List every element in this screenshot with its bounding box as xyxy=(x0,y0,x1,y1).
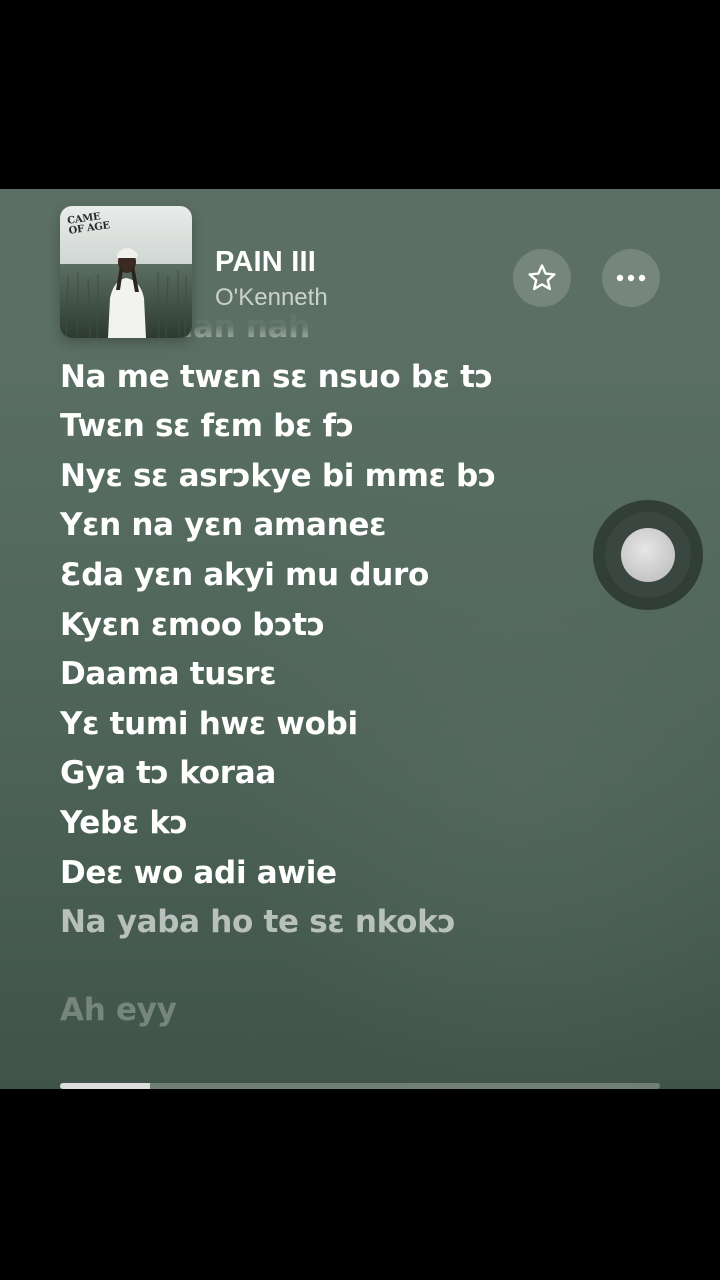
lyric-line[interactable]: Twɛn sɛ fɛm bɛ fɔ xyxy=(60,402,660,452)
letterbox-bottom xyxy=(0,1089,720,1280)
lyric-line[interactable]: Daama tusrɛ xyxy=(60,650,660,700)
track-artist[interactable]: O'Kenneth xyxy=(215,284,328,312)
lyric-line[interactable]: Ɛda yɛn akyi mu duro xyxy=(60,551,660,601)
lyric-line-next-section[interactable]: Ah eyy xyxy=(60,986,660,1036)
lyrics-list[interactable]: O nan nan nah Na me twɛn sɛ nsuo bɛ tɔ T… xyxy=(60,309,660,1036)
ellipsis-icon xyxy=(616,274,646,282)
letterbox-top xyxy=(0,0,720,189)
lyric-line[interactable]: Nyɛ sɛ asrɔkye bi mmɛ bɔ xyxy=(60,452,660,502)
assistive-touch-icon xyxy=(621,528,675,582)
lyric-line[interactable]: Yebɛ kɔ xyxy=(60,799,660,849)
assistive-touch-ring xyxy=(605,512,691,598)
now-playing-header: CAME OF AGE PAIN III O'Kenneth xyxy=(0,189,720,349)
assistive-touch-button[interactable] xyxy=(593,500,703,610)
favorite-button[interactable] xyxy=(513,249,571,307)
lyric-line[interactable]: Yɛ tumi hwɛ wobi xyxy=(60,700,660,750)
lyric-line[interactable]: Na me twɛn sɛ nsuo bɛ tɔ xyxy=(60,353,660,403)
lyric-line[interactable]: Kyɛn ɛmoo bɔtɔ xyxy=(60,601,660,651)
lyric-line[interactable]: Gya tɔ koraa xyxy=(60,749,660,799)
track-title[interactable]: PAIN III xyxy=(215,246,316,279)
album-artwork[interactable]: CAME OF AGE xyxy=(60,206,192,338)
lyric-line[interactable]: Yɛn na yɛn amaneɛ xyxy=(60,501,660,551)
lyrics-screen: O nan nan nah Na me twɛn sɛ nsuo bɛ tɔ T… xyxy=(0,189,720,1089)
lyric-line-upcoming[interactable]: Na yaba ho te sɛ nkokɔ xyxy=(60,898,660,948)
lyric-line[interactable]: Deɛ wo adi awie xyxy=(60,849,660,899)
star-icon xyxy=(528,264,556,291)
more-options-button[interactable] xyxy=(602,249,660,307)
